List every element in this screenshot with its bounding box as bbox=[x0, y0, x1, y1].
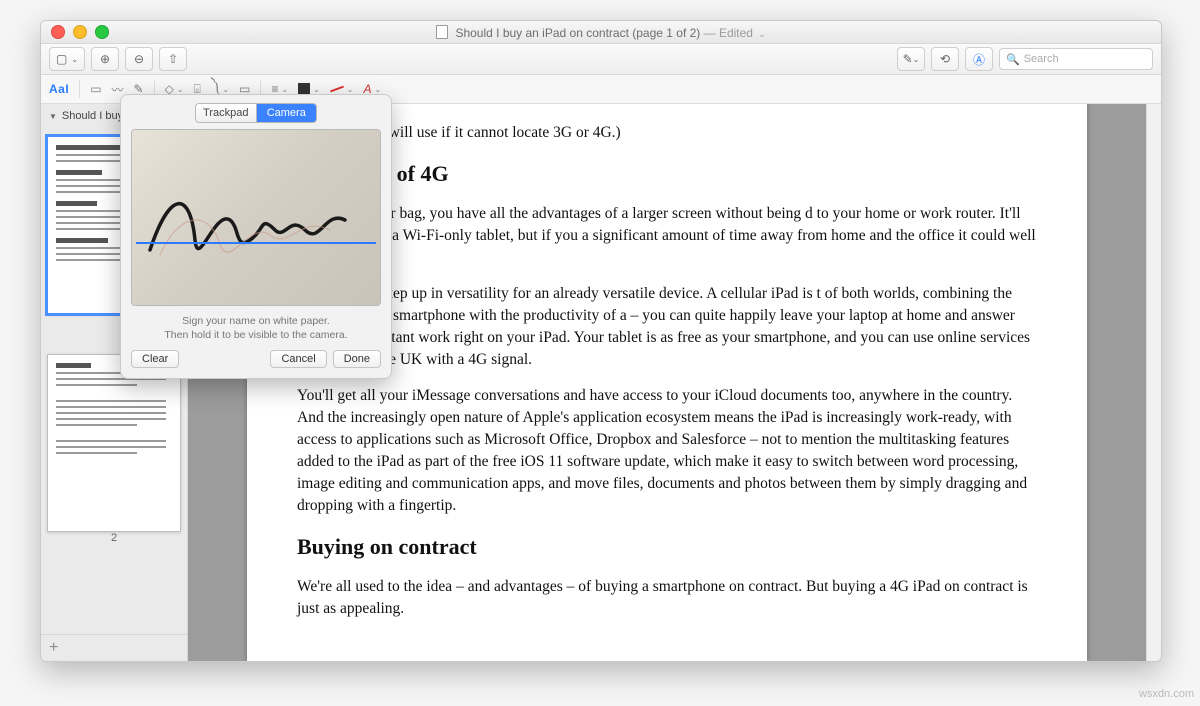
body-text: tion your iPad will use if it cannot loc… bbox=[297, 122, 1037, 144]
search-icon: 🔍 bbox=[1006, 53, 1020, 66]
edited-indicator: — Edited bbox=[704, 26, 753, 40]
sketch-tool-button[interactable]: 〰 bbox=[112, 81, 124, 98]
signature-popover: Trackpad Camera Sign your name on white … bbox=[120, 94, 392, 379]
disclosure-triangle-icon: ▼ bbox=[49, 112, 57, 121]
add-page-button[interactable]: + bbox=[41, 634, 187, 661]
cancel-button[interactable]: Cancel bbox=[270, 350, 326, 368]
zoom-out-button[interactable]: ⊖ bbox=[125, 47, 153, 71]
body-text: 4G iPad in your bag, you have all the ad… bbox=[297, 203, 1037, 269]
heading: dvantages of 4G bbox=[297, 158, 1037, 189]
view-mode-button[interactable]: ▢⌄ bbox=[49, 47, 85, 71]
signature-source-segmented: Trackpad Camera bbox=[195, 103, 317, 123]
highlight-icon: ✎ bbox=[903, 52, 913, 66]
chevron-down-icon: ⌄ bbox=[313, 85, 320, 94]
tab-trackpad[interactable]: Trackpad bbox=[196, 104, 257, 122]
chevron-down-icon: ⌄ bbox=[347, 85, 354, 94]
window-title[interactable]: Should I buy an iPad on contract (page 1… bbox=[41, 25, 1161, 40]
chevron-down-icon: ⌄ bbox=[177, 85, 184, 94]
text-tool-button[interactable]: AaI bbox=[49, 82, 69, 96]
body-text: e 4G is a real step up in versatility fo… bbox=[297, 283, 1037, 371]
zoom-in-button[interactable]: ⊕ bbox=[91, 47, 119, 71]
camera-preview bbox=[131, 129, 381, 306]
rotate-icon: ⟲ bbox=[940, 52, 950, 66]
chevron-down-icon: ⌄ bbox=[281, 85, 288, 94]
popover-buttons: Clear Cancel Done bbox=[131, 350, 381, 368]
chevron-down-icon: ⌄ bbox=[913, 55, 920, 64]
document-icon bbox=[436, 25, 448, 39]
rotate-button[interactable]: ⟲ bbox=[931, 47, 959, 71]
vertical-scrollbar[interactable] bbox=[1146, 104, 1161, 661]
done-button[interactable]: Done bbox=[333, 350, 381, 368]
search-input[interactable]: 🔍 Search bbox=[999, 48, 1153, 70]
signature-stroke bbox=[140, 160, 370, 280]
chevron-down-icon: ⌄ bbox=[71, 55, 78, 64]
zoom-in-icon: ⊕ bbox=[100, 52, 110, 66]
selection-icon: ▭ bbox=[90, 82, 101, 96]
chevron-down-icon: ⌄ bbox=[758, 29, 766, 39]
highlight-button[interactable]: ✎⌄ bbox=[897, 47, 925, 71]
main-toolbar: ▢⌄ ⊕ ⊖ ⇧ ✎⌄ ⟲ Ⓐ 🔍 Search bbox=[41, 44, 1161, 75]
titlebar: Should I buy an iPad on contract (page 1… bbox=[41, 21, 1161, 44]
selection-tool-button[interactable]: ▭ bbox=[90, 82, 101, 96]
chevron-down-icon: ⌄ bbox=[375, 85, 382, 94]
no-fill-icon bbox=[330, 86, 344, 93]
search-placeholder: Search bbox=[1024, 53, 1059, 65]
page-thumbnail-2[interactable]: 2 bbox=[47, 354, 181, 544]
chevron-down-icon: ⌄ bbox=[222, 85, 229, 94]
heading: Buying on contract bbox=[297, 531, 1037, 562]
sketch-icon: 〰 bbox=[112, 81, 124, 98]
share-button[interactable]: ⇧ bbox=[159, 47, 187, 71]
clear-button[interactable]: Clear bbox=[131, 350, 179, 368]
body-text: You'll get all your iMessage conversatio… bbox=[297, 385, 1037, 517]
share-icon: ⇧ bbox=[168, 52, 178, 66]
watermark: wsxdn.com bbox=[1139, 688, 1194, 700]
zoom-out-icon: ⊖ bbox=[134, 52, 144, 66]
sidebar-icon: ▢ bbox=[56, 52, 67, 66]
title-text: Should I buy an iPad on contract (page 1… bbox=[455, 26, 700, 40]
page-number-label: 2 bbox=[47, 532, 181, 544]
tab-camera[interactable]: Camera bbox=[257, 104, 317, 122]
body-text: We're all used to the idea – and advanta… bbox=[297, 576, 1037, 620]
markup-button[interactable]: Ⓐ bbox=[965, 47, 993, 71]
markup-icon: Ⓐ bbox=[973, 51, 985, 68]
signature-instructions: Sign your name on white paper. Then hold… bbox=[131, 314, 381, 342]
fill-color-button[interactable]: ⌄ bbox=[330, 85, 354, 94]
